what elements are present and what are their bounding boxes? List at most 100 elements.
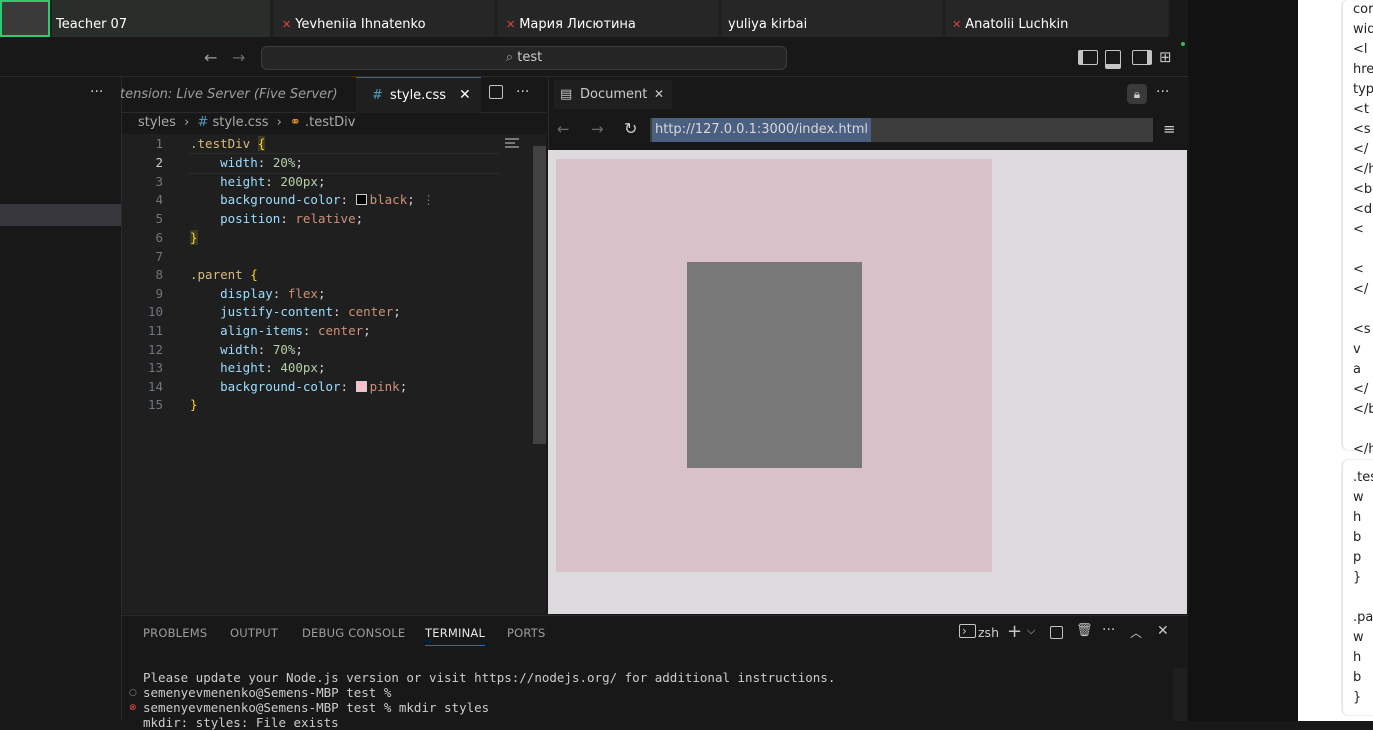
chat-text-line: } — [1353, 570, 1362, 585]
right-background — [1188, 0, 1298, 721]
tab-style-css[interactable]: # style.css ✕ — [356, 77, 481, 113]
panel-more-actions-icon[interactable]: ··· — [1102, 622, 1115, 638]
close-icon[interactable]: ✕ — [459, 78, 471, 113]
chat-text-line: wid — [1353, 22, 1373, 37]
chat-text-line: <l — [1353, 42, 1368, 57]
chat-text-line: </h — [1353, 442, 1373, 457]
url-bar[interactable]: http://127.0.0.1:3000/index.html — [650, 118, 1153, 142]
teacher-video-tile[interactable]: Teacher 07 — [52, 0, 270, 37]
chat-text-line: <s — [1353, 322, 1371, 337]
line-number: 8 — [155, 267, 163, 282]
color-swatch-pink[interactable] — [355, 381, 367, 392]
browser-back-icon[interactable]: ← — [557, 120, 570, 138]
chat-text-line: </ — [1353, 282, 1369, 297]
terminal-icon: ›_ — [959, 624, 976, 638]
chat-message: cor wid <l hre typ <t <s </ </h <bo <d < < </ <s va </ </… — [1342, 0, 1373, 457]
chat-text-line: b — [1353, 670, 1362, 685]
participant-tile[interactable]: ✕ Yevheniia Ihnatenko — [274, 0, 494, 37]
tab-document[interactable]: ▤ Document ✕ — [554, 80, 672, 109]
tab-live-server[interactable]: tension: Live Server (Five Server) — [120, 77, 352, 112]
terminal-line: semenyevmenenko@Semens-MBP test % mkdir … — [143, 700, 490, 715]
chat-text-line: <d — [1353, 202, 1373, 217]
tab-debug-console[interactable]: DEBUG CONSOLE — [302, 626, 405, 640]
participant-tile[interactable]: ✕ Мария Лисютина — [498, 0, 718, 37]
color-swatch-black[interactable] — [355, 194, 367, 205]
explorer-sidebar — [0, 77, 122, 721]
close-panel-icon[interactable]: ✕ — [1157, 623, 1169, 639]
minimap[interactable] — [505, 136, 521, 152]
code-line: height: 400px; — [220, 360, 326, 375]
browser-icon: ▤ — [560, 87, 573, 102]
chevron-down-icon[interactable]: ⌵ — [1027, 624, 1035, 638]
editor-more-actions-icon[interactable]: ··· — [516, 84, 529, 100]
editor-scrollbar[interactable] — [533, 146, 546, 444]
breadcrumb-symbol[interactable]: .testDiv — [305, 115, 355, 130]
line-number: 5 — [155, 211, 163, 226]
terminal-scrollbar[interactable] — [1173, 668, 1187, 721]
line-number: 15 — [147, 397, 163, 412]
chat-text-line — [1353, 300, 1373, 320]
teacher-name: Teacher 07 — [56, 17, 128, 32]
status-dot — [1181, 42, 1185, 46]
command-success-icon: ○ — [129, 688, 137, 698]
chat-text-line: </ — [1353, 382, 1369, 397]
chat-text-line — [1353, 420, 1373, 440]
code-line: justify-content: center; — [220, 304, 401, 319]
chat-text-line: typ — [1353, 82, 1373, 97]
customize-layout-icon[interactable]: ⊞ — [1159, 48, 1172, 66]
toggle-panel-icon[interactable] — [1105, 50, 1121, 69]
line-number: 9 — [155, 286, 163, 301]
line-number: 7 — [155, 249, 163, 264]
preview-more-actions-icon[interactable]: ··· — [1156, 84, 1169, 100]
shell-name[interactable]: zsh — [978, 625, 999, 640]
terminal-line: Please update your Node.js version or vi… — [143, 670, 836, 685]
more-actions-icon[interactable]: ··· — [90, 84, 103, 100]
menu-icon[interactable]: ≡ — [1163, 120, 1176, 138]
drag-handle-icon[interactable]: ⋮ — [422, 192, 435, 207]
chat-text-line: cor — [1353, 2, 1373, 17]
tab-terminal[interactable]: TERMINAL — [425, 626, 486, 646]
command-search-box[interactable]: ⌕ test — [261, 46, 787, 70]
chat-text-line: <s — [1353, 122, 1371, 137]
chat-text-line: hre — [1353, 62, 1373, 77]
breadcrumb-file[interactable]: style.css — [212, 115, 268, 130]
sidebar-selected-item[interactable] — [0, 204, 121, 226]
chat-text-line: w — [1353, 490, 1364, 505]
participant-tile[interactable]: yuliya kirbai — [722, 0, 942, 37]
teacher-video-thumbnail[interactable] — [0, 0, 50, 37]
toggle-secondary-sidebar-icon[interactable] — [1132, 50, 1152, 65]
breadcrumb: styles › # style.css › ⚭ .testDiv — [138, 115, 356, 130]
breadcrumb-folder[interactable]: styles — [138, 115, 176, 130]
chat-message: .teswhbp}.pawhb} — [1342, 460, 1373, 715]
forward-arrow-icon[interactable]: → — [232, 48, 245, 67]
split-editor-icon[interactable] — [489, 85, 503, 99]
tab-output[interactable]: OUTPUT — [230, 626, 278, 640]
toggle-sidebar-icon[interactable] — [1078, 50, 1098, 65]
css-file-icon: # — [197, 115, 209, 130]
chat-text-line: </ — [1353, 142, 1369, 157]
trash-icon[interactable]: 🗑︎ — [1076, 623, 1093, 638]
participant-name: Yevheniia Ihnatenko — [295, 17, 426, 32]
reload-icon[interactable]: ↻ — [624, 119, 637, 138]
line-number: 10 — [147, 304, 163, 319]
tab-problems[interactable]: PROBLEMS — [143, 626, 207, 640]
participant-tile[interactable]: ✕ Anatolii Luchkin — [946, 0, 1168, 37]
code-line: background-color: black; ⋮ — [220, 192, 435, 207]
browser-forward-icon[interactable]: → — [591, 120, 604, 138]
chat-text-line: </h — [1353, 162, 1373, 177]
maximize-panel-icon[interactable]: ︿ — [1130, 624, 1142, 641]
chat-text-line: < — [1353, 222, 1364, 237]
new-terminal-icon[interactable]: + — [1007, 621, 1022, 642]
code-line: width: 70%; — [220, 342, 303, 357]
back-arrow-icon[interactable]: ← — [204, 48, 217, 67]
chat-text-line: } — [1353, 690, 1362, 705]
lock-icon[interactable]: 🔒︎ — [1127, 84, 1147, 104]
close-icon[interactable]: ✕ — [654, 80, 664, 109]
chat-text-line: .pa — [1353, 610, 1373, 625]
code-line: display: flex; — [220, 286, 326, 301]
search-text: test — [517, 50, 543, 65]
split-terminal-icon[interactable] — [1050, 626, 1063, 639]
line-number: 6 — [155, 230, 163, 245]
tab-ports[interactable]: PORTS — [507, 626, 545, 640]
chat-text-line — [1353, 588, 1373, 608]
